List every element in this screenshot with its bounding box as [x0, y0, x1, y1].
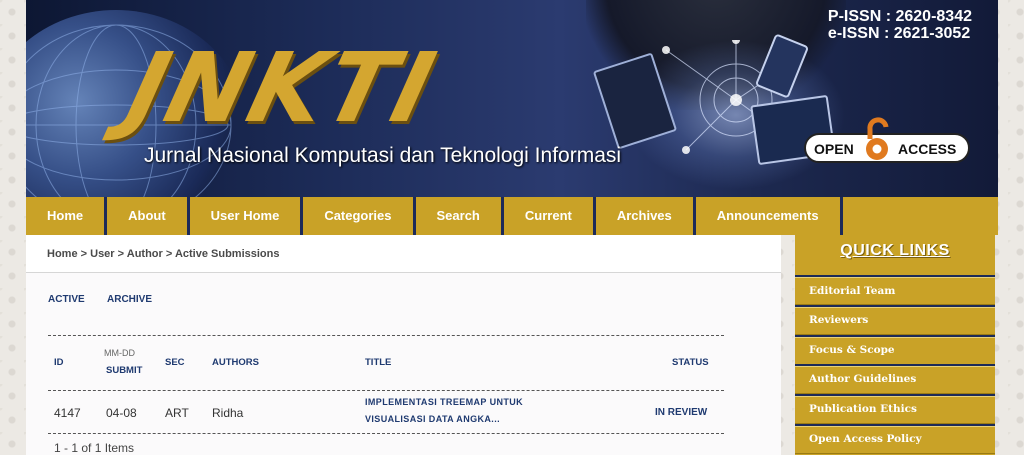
breadcrumb: Home > User > Author > Active Submission…	[47, 248, 280, 260]
breadcrumb-author[interactable]: Author	[127, 248, 163, 260]
table-bottom-divider	[48, 433, 724, 434]
pissn-text: P-ISSN : 2620-8342	[827, 8, 972, 25]
breadcrumb-separator: >	[117, 248, 125, 260]
page-wrapper: JNKTI Jurnal Nasional Komputasi dan Tekn…	[26, 0, 998, 455]
eissn-text: e-ISSN : 2621-3052	[827, 25, 971, 42]
open-access-badge: OPEN ACCESS	[804, 117, 970, 163]
quick-link-reviewers[interactable]: Reviewers	[809, 314, 868, 326]
nav-categories[interactable]: Categories	[303, 197, 416, 235]
col-header-status[interactable]: STATUS	[672, 357, 709, 368]
row-title-line2: VISUALISASI DATA ANGKA...	[365, 414, 501, 424]
nav-about[interactable]: About	[107, 197, 190, 235]
submissions-panel: ACTIVE ARCHIVE ID MM-DD SUBMIT SEC AUTHO…	[26, 273, 781, 455]
breadcrumb-separator: >	[80, 248, 88, 260]
col-header-submit[interactable]: SUBMIT	[106, 365, 142, 376]
quick-links-sidebar: QUICK LINKS Editorial Team Reviewers Foc…	[795, 235, 995, 455]
col-header-sec[interactable]: SEC	[165, 357, 185, 368]
table-top-divider	[48, 335, 724, 336]
open-access-left-text: OPEN	[814, 141, 854, 157]
row-status-link[interactable]: IN REVIEW	[655, 407, 707, 418]
site-logo[interactable]: JNKTI	[117, 32, 447, 144]
col-header-title[interactable]: TITLE	[365, 357, 391, 368]
row-authors: Ridha	[212, 406, 244, 420]
quick-link-author-guidelines[interactable]: Author Guidelines	[809, 373, 916, 385]
nav-search[interactable]: Search	[416, 197, 504, 235]
quick-link-editorial-team[interactable]: Editorial Team	[809, 285, 895, 297]
row-title-line1: IMPLEMENTASI TREEMAP UNTUK	[365, 397, 524, 407]
main-content: Home > User > Author > Active Submission…	[26, 235, 781, 455]
col-header-date-format: MM-DD	[104, 348, 135, 358]
row-title-link[interactable]: IMPLEMENTASI TREEMAP UNTUK VISUALISASI D…	[365, 394, 523, 428]
quick-link-focus-scope[interactable]: Focus & Scope	[809, 344, 895, 356]
row-sec: ART	[165, 406, 189, 420]
breadcrumb-current[interactable]: Active Submissions	[175, 248, 280, 260]
table-header-divider	[48, 390, 724, 391]
row-date: 04-08	[106, 406, 137, 420]
tab-archive[interactable]: ARCHIVE	[107, 294, 152, 305]
quick-links-title: QUICK LINKS	[840, 242, 950, 259]
quick-link-publication-ethics[interactable]: Publication Ethics	[809, 403, 917, 415]
nav-announcements[interactable]: Announcements	[696, 197, 843, 235]
nav-user-home[interactable]: User Home	[190, 197, 304, 235]
col-header-authors[interactable]: AUTHORS	[212, 357, 259, 368]
nav-home[interactable]: Home	[26, 197, 108, 235]
quick-link-open-access-policy[interactable]: Open Access Policy	[809, 433, 922, 445]
col-header-id[interactable]: ID	[54, 357, 64, 368]
nav-current[interactable]: Current	[504, 197, 596, 235]
main-nav: Home About User Home Categories Search C…	[26, 197, 998, 235]
site-banner: JNKTI Jurnal Nasional Komputasi dan Tekn…	[26, 0, 998, 197]
breadcrumb-user[interactable]: User	[90, 248, 114, 260]
open-access-right-text: ACCESS	[898, 141, 957, 157]
open-access-lock-icon	[866, 117, 889, 160]
tab-active[interactable]: ACTIVE	[48, 294, 85, 305]
row-id: 4147	[54, 406, 81, 420]
breadcrumb-home[interactable]: Home	[47, 248, 78, 260]
nav-archives[interactable]: Archives	[596, 197, 696, 235]
breadcrumb-separator: >	[165, 248, 173, 260]
site-subtitle: Jurnal Nasional Komputasi dan Teknologi …	[144, 144, 622, 167]
issn-block: P-ISSN : 2620-8342 e-ISSN : 2621-3052	[828, 8, 972, 42]
pagination-info: 1 - 1 of 1 Items	[54, 441, 135, 455]
